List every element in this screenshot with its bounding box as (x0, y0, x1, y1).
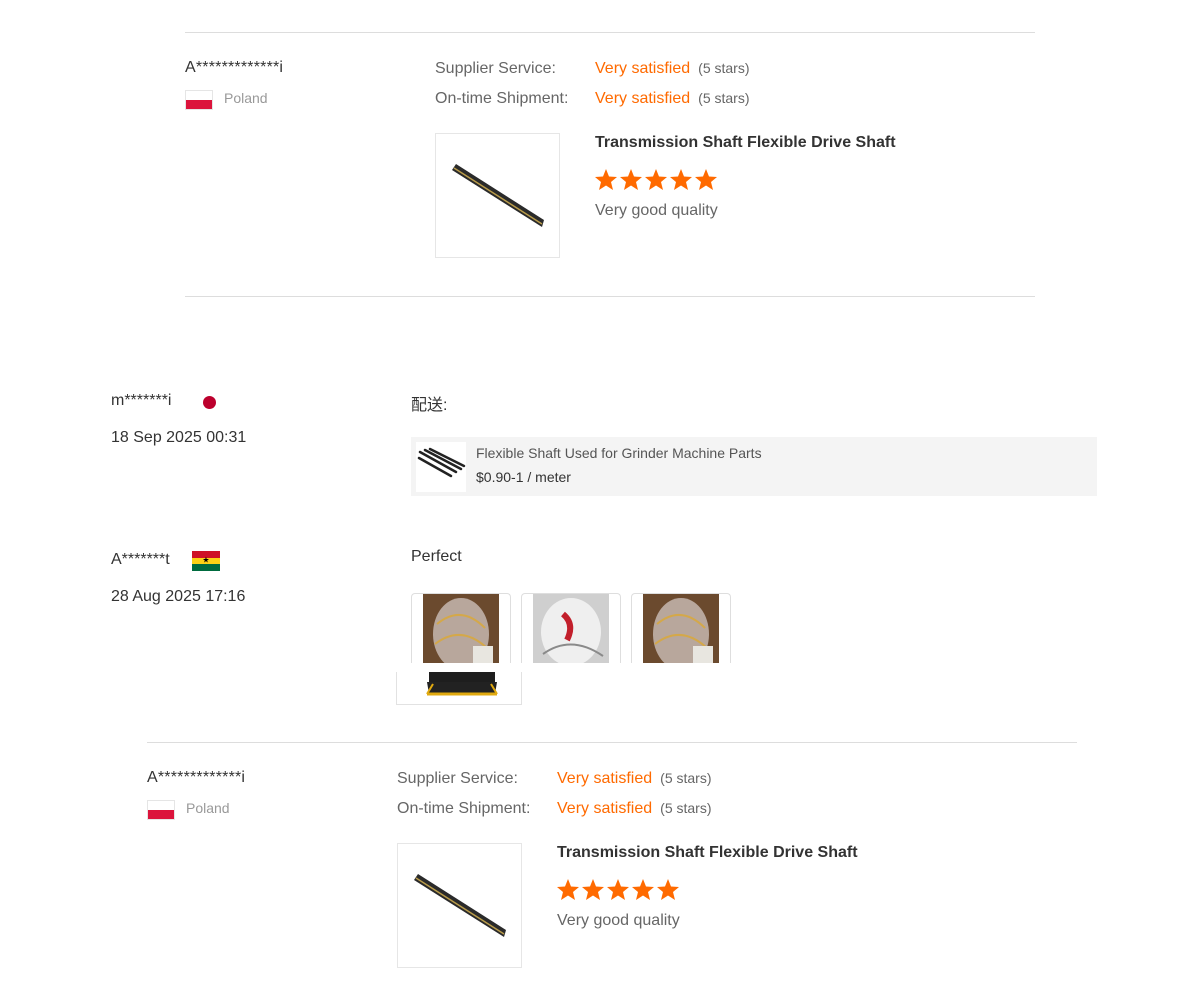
poland-flag-icon (147, 800, 175, 820)
reviewer-name: A*************i (185, 59, 284, 76)
japan-flag-dot-icon (203, 396, 216, 409)
product-image[interactable] (435, 133, 560, 258)
star-icon (595, 169, 617, 190)
supplier-service-stars: (5 stars) (660, 770, 712, 786)
star-rating (557, 879, 679, 900)
ghana-flag-icon: ★ (192, 551, 220, 571)
reviewer-country: Poland (186, 800, 230, 816)
supplier-service-stars: (5 stars) (698, 60, 750, 76)
review-text: Perfect (411, 548, 462, 565)
shipment-value: Very satisfied (557, 800, 653, 817)
review-photo[interactable] (521, 593, 621, 663)
review-date: 28 Aug 2025 17:16 (111, 588, 246, 605)
supplier-service-label: Supplier Service: (435, 60, 556, 77)
supplier-service-value: Very satisfied (595, 60, 691, 77)
shipment-stars: (5 stars) (698, 90, 750, 106)
shipment-stars: (5 stars) (660, 800, 712, 816)
product-card[interactable]: Flexible Shaft Used for Grinder Machine … (411, 437, 1097, 496)
star-icon (695, 169, 717, 190)
reviewer-country: Poland (224, 90, 268, 106)
star-icon (557, 879, 579, 900)
review-date: 18 Sep 2025 00:31 (111, 429, 247, 446)
review-photo[interactable] (631, 593, 731, 663)
photo-image (533, 594, 609, 663)
poland-flag-icon (185, 90, 213, 110)
flexible-shaft-image (417, 447, 466, 478)
reviewer-name: A*******t (111, 551, 170, 568)
review-comment: Very good quality (595, 202, 718, 219)
supplier-service-value: Very satisfied (557, 770, 653, 787)
drive-shaft-image (452, 164, 544, 227)
product-title[interactable]: Transmission Shaft Flexible Drive Shaft (557, 844, 858, 862)
star-rating (595, 169, 717, 190)
machine-image (426, 672, 498, 696)
review-text: 配送: (411, 397, 448, 414)
product-title[interactable]: Transmission Shaft Flexible Drive Shaft (595, 134, 896, 152)
star-icon (632, 879, 654, 900)
reviewer-name: A*************i (147, 769, 246, 786)
review-photo[interactable] (411, 593, 511, 663)
review-comment: Very good quality (557, 912, 680, 929)
shipment-label: On-time Shipment: (397, 800, 531, 817)
reviewer-name: m*******i (111, 392, 172, 409)
star-icon (670, 169, 692, 190)
star-icon (645, 169, 667, 190)
shipment-row: On-time Shipment: Very satisfied (5 stars) (397, 800, 712, 818)
supplier-service-label: Supplier Service: (397, 770, 518, 787)
review-card-top: A*************i Poland Supplier Service:… (185, 33, 1045, 258)
product-image-fragment (396, 672, 522, 705)
star-icon (657, 879, 679, 900)
star-icon (607, 879, 629, 900)
review-card-bottom: A*************i Poland Supplier Service:… (147, 743, 1007, 968)
photo-image (423, 594, 499, 663)
star-icon (620, 169, 642, 190)
product-thumbnail (416, 442, 466, 492)
photo-image (643, 594, 719, 663)
star-icon (582, 879, 604, 900)
product-image[interactable] (397, 843, 522, 968)
supplier-service-row: Supplier Service: Very satisfied (5 stars) (397, 770, 712, 788)
product-price: $0.90-1 / meter (476, 469, 571, 485)
shipment-row: On-time Shipment: Very satisfied (5 stars) (435, 90, 750, 108)
supplier-service-row: Supplier Service: Very satisfied (5 stars) (435, 60, 750, 78)
drive-shaft-image (414, 874, 506, 937)
shipment-value: Very satisfied (595, 90, 691, 107)
shipment-label: On-time Shipment: (435, 90, 569, 107)
product-title[interactable]: Flexible Shaft Used for Grinder Machine … (476, 445, 762, 461)
divider-mid (185, 296, 1035, 297)
